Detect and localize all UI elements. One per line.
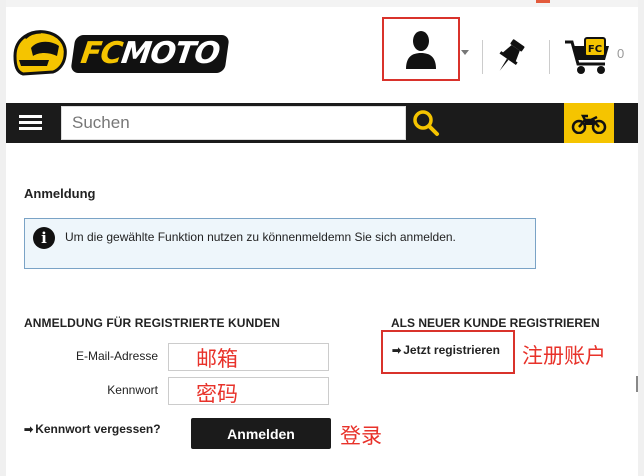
info-message-box: i Um die gewählte Funktion nutzen zu kön… — [24, 218, 536, 269]
register-link-label: Jetzt registrieren — [403, 343, 500, 357]
email-field-wrapper — [168, 343, 329, 371]
register-annotation: 注册账户 — [522, 344, 606, 368]
register-link[interactable]: ➡ Jetzt registrieren — [392, 343, 500, 357]
login-annotation: 登录 — [340, 424, 382, 448]
hamburger-icon[interactable] — [19, 115, 42, 131]
header-divider — [482, 40, 483, 74]
pin-icon[interactable] — [490, 36, 530, 76]
search-icon — [413, 110, 439, 136]
logo-fc: FC — [78, 36, 125, 71]
login-button[interactable]: Anmelden — [191, 418, 331, 449]
info-icon: i — [33, 227, 55, 249]
email-field[interactable] — [169, 344, 328, 370]
password-label: Kennwort — [107, 383, 158, 397]
password-annotation: 密码 — [196, 382, 238, 406]
cart-icon[interactable]: FC — [563, 36, 615, 76]
site-logo[interactable]: FCMOTO — [9, 26, 230, 82]
arrow-right-icon: ➡ — [392, 344, 402, 357]
account-dropdown-caret[interactable] — [461, 50, 469, 55]
forgot-password-label: Kennwort vergessen? — [35, 422, 161, 436]
new-customer-heading: ALS NEUER KUNDE REGISTRIEREN — [391, 316, 600, 330]
scrollbar-indicator[interactable] — [636, 376, 638, 392]
motorcycle-icon — [571, 114, 607, 134]
logo-moto: MOTO — [119, 36, 222, 71]
motorcycle-button[interactable] — [564, 103, 614, 143]
forgot-password-link[interactable]: ➡ Kennwort vergessen? — [24, 422, 161, 436]
search-input[interactable] — [61, 106, 406, 140]
registered-customers-heading: ANMELDUNG FÜR REGISTRIERTE KUNDEN — [24, 316, 280, 330]
search-button[interactable] — [407, 106, 445, 140]
user-icon — [406, 31, 436, 69]
logo-wordmark: FCMOTO — [70, 35, 230, 73]
email-label: E-Mail-Adresse — [75, 349, 158, 363]
arrow-right-icon: ➡ — [24, 423, 34, 436]
right-margin — [638, 0, 644, 476]
svg-text:FC: FC — [588, 44, 602, 55]
page-title: Anmeldung — [24, 186, 96, 201]
password-field[interactable] — [169, 378, 328, 404]
header-divider — [549, 40, 550, 74]
email-annotation: 邮箱 — [196, 347, 238, 371]
top-red-marker — [536, 0, 550, 3]
password-field-wrapper — [168, 377, 329, 405]
cart-count: 0 — [617, 46, 625, 61]
search-bar — [6, 103, 638, 143]
info-message-text: Um die gewählte Funktion nutzen zu könne… — [65, 230, 456, 244]
account-button[interactable] — [382, 17, 460, 81]
logo-helmet-icon — [13, 30, 67, 76]
